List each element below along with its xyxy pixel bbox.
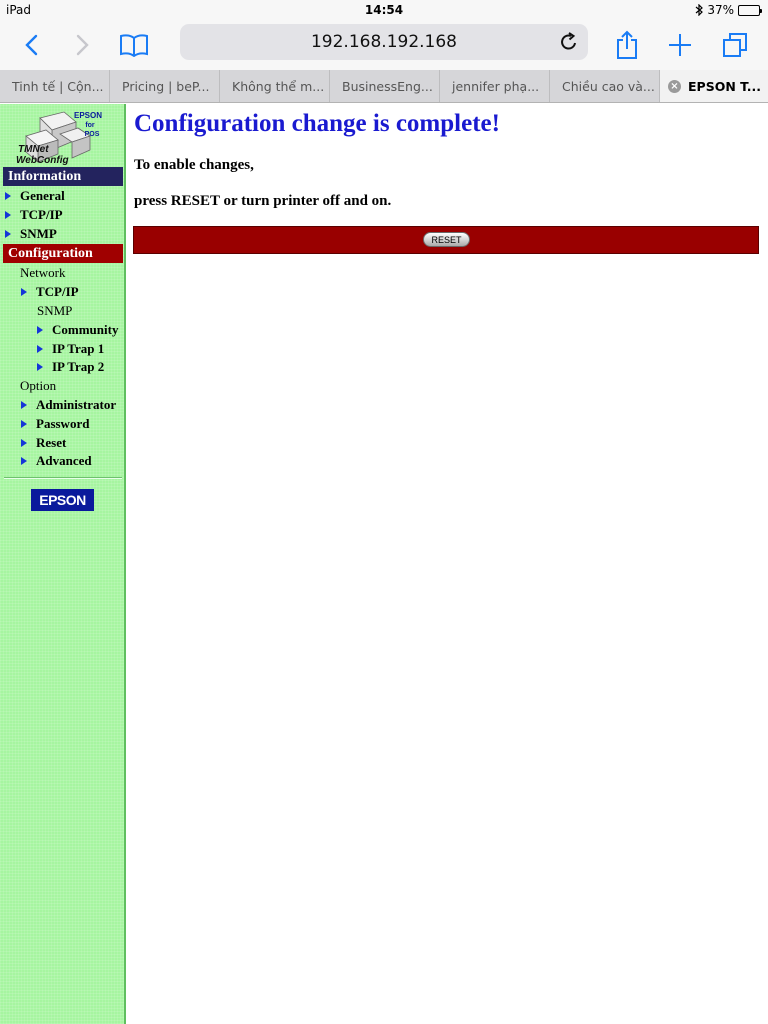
tab-label: Tinh tế | Cộn... [12,78,104,94]
nav-label: Reset [36,435,67,450]
nav-label: IP Trap 2 [52,359,105,374]
arrow-right-icon [37,363,43,371]
battery-percent: 37% [707,3,734,17]
tab-label: EPSON T... [688,78,762,94]
arrow-right-icon [5,192,11,200]
arrow-right-icon [21,457,27,465]
arrow-right-icon [21,288,27,296]
tab-chieu-cao[interactable]: Chiều cao và... [550,70,660,102]
nav-reset[interactable]: Reset [21,435,66,451]
book-icon [120,34,148,57]
nav-label: Advanced [36,453,92,468]
tab-tinhte[interactable]: Tinh tế | Cộn... [0,70,110,102]
nav-label: Administrator [36,397,117,412]
status-right: 37% [695,3,762,17]
reset-button[interactable]: RESET [423,232,470,247]
arrow-right-icon [21,439,27,447]
message-line-2: press RESET or turn printer off and on. [134,193,392,209]
nav-config-tcpip[interactable]: TCP/IP [21,284,79,300]
nav-info-tcpip[interactable]: TCP/IP [5,207,63,223]
tab-jennifer[interactable]: jennifer phạ... [440,70,550,102]
nav-community[interactable]: Community [37,322,118,338]
browser-toolbar: 192.168.192.168 [0,20,768,70]
information-header: Information [3,167,123,186]
battery-icon [738,4,762,16]
bluetooth-icon [695,4,704,16]
main-content: Configuration change is complete! To ena… [127,104,768,1024]
nav-ip-trap-2[interactable]: IP Trap 2 [37,359,104,375]
configuration-header: Configuration [3,244,123,263]
option-label: Option [20,378,57,393]
plus-icon [669,34,691,56]
logo-for-text: for [85,122,95,129]
nav-password[interactable]: Password [21,416,89,432]
tabs-icon [723,33,747,57]
arrow-right-icon [5,211,11,219]
nav-label: TCP/IP [36,284,79,299]
page-title: Configuration change is complete! [134,110,500,137]
tab-label: Chiều cao và... [562,78,655,94]
epson-logo-link[interactable]: EPSON [31,489,94,511]
chevron-right-icon [76,34,89,56]
bookmarks-button[interactable] [117,28,151,62]
nav-label: SNMP [20,226,57,241]
address-bar[interactable]: 192.168.192.168 [180,24,588,60]
tab-label: BusinessEng... [342,78,433,94]
url-text[interactable]: 192.168.192.168 [180,32,588,52]
snmp-label: SNMP [37,303,73,318]
share-button[interactable] [610,28,644,62]
nav-label: Community [52,322,119,337]
tab-strip: Tinh tế | Cộn... Pricing | beP... Không … [0,70,768,103]
new-tab-button[interactable] [663,28,697,62]
nav-label: Password [36,416,90,431]
logo-tmnet-text: TMNet [18,144,49,155]
back-button[interactable] [14,28,48,62]
logo-epson-text: EPSON [74,111,102,120]
network-label: Network [20,265,66,280]
reset-bar: RESET [133,226,759,254]
nav-label: TCP/IP [20,207,63,222]
reload-icon [561,32,576,50]
clock: 14:54 [364,3,404,17]
nav-ip-trap-1[interactable]: IP Trap 1 [37,341,104,357]
nav-info-snmp[interactable]: SNMP [5,226,57,242]
arrow-right-icon [21,420,27,428]
nav-label: General [20,188,65,203]
tab-label: Pricing | beP... [122,78,210,94]
tab-epson-active[interactable]: × EPSON T... [660,70,768,102]
sidebar-divider [4,477,122,479]
logo-webconfig-text: WebConfig [16,155,69,166]
arrow-right-icon [5,230,11,238]
forward-button[interactable] [66,28,100,62]
chevron-left-icon [25,34,38,56]
close-tab-icon[interactable]: × [668,79,681,93]
arrow-right-icon [37,345,43,353]
tmnet-webconfig-logo: EPSON for POS TMNet WebConfig [16,111,102,166]
tab-label: Không thể m... [232,78,325,94]
nav-administrator[interactable]: Administrator [21,397,116,413]
arrow-right-icon [37,326,43,334]
arrow-right-icon [21,401,27,409]
reload-button[interactable] [558,31,580,53]
sidebar: EPSON for POS TMNet WebConfig Informatio… [0,104,126,1024]
status-bar: iPad 14:54 37% [0,0,768,20]
tab-business-english[interactable]: BusinessEng... [330,70,440,102]
nav-advanced[interactable]: Advanced [21,453,92,469]
tabs-button[interactable] [718,28,752,62]
logo-pos-text: POS [85,131,100,138]
nav-general[interactable]: General [5,188,65,204]
tab-pricing[interactable]: Pricing | beP... [110,70,220,102]
tab-label: jennifer phạ... [452,78,540,94]
tab-khong-the[interactable]: Không thể m... [220,70,330,102]
nav-label: IP Trap 1 [52,341,105,356]
share-icon [617,30,637,59]
message-line-1: To enable changes, [134,157,254,173]
